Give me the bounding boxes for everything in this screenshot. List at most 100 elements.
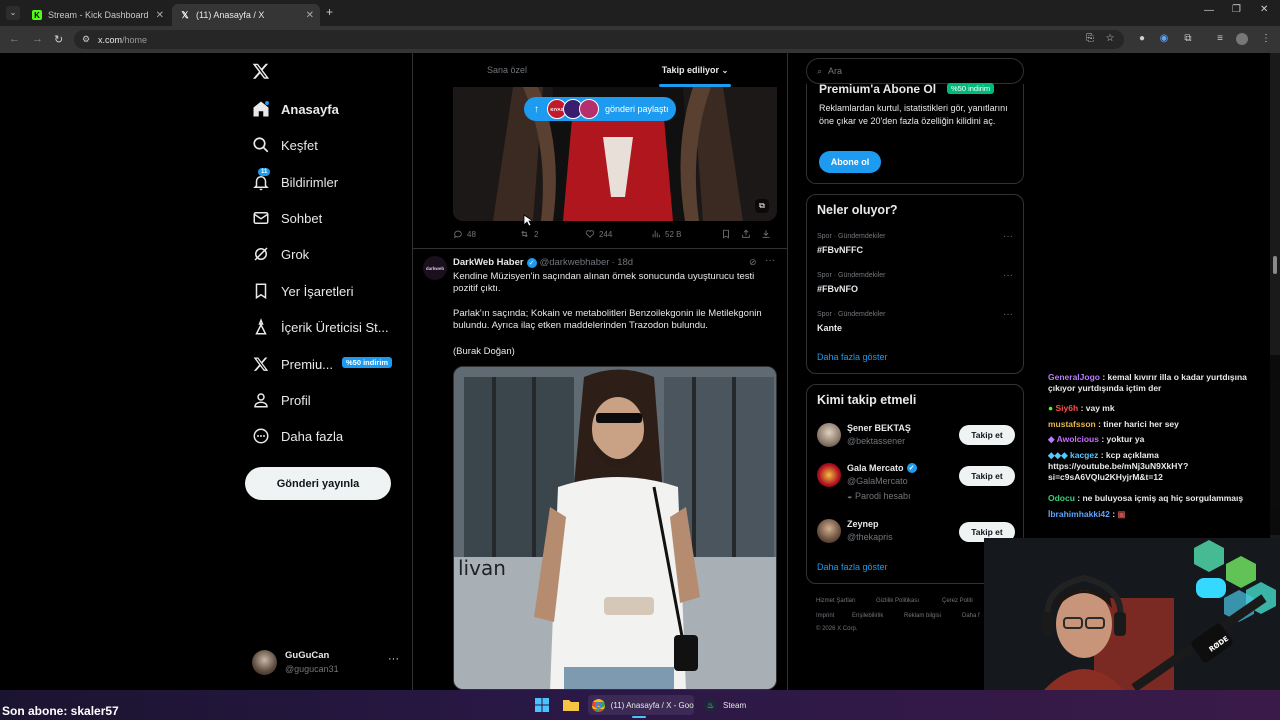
tab-search-button[interactable]: ⌄	[6, 6, 20, 20]
views-button[interactable]: 52 B	[651, 229, 721, 239]
reload-icon[interactable]: ↻	[54, 33, 63, 46]
taskbar-steam[interactable]: ♨ Steam	[702, 695, 758, 715]
tab-following[interactable]: Takip ediliyor ⌄	[601, 53, 787, 87]
reply-button[interactable]: 48	[453, 229, 519, 239]
timeline: Sana özel Takip ediliyor ⌄ ⧉ ↑ KIYAS gön…	[412, 53, 788, 690]
trend-more-icon[interactable]: ···	[1003, 270, 1013, 281]
footer-link[interactable]: Hizmet Şartları	[816, 598, 856, 604]
search-input[interactable]: ⌕ Ara	[806, 58, 1024, 84]
post-author-name[interactable]: DarkWeb Haber	[453, 257, 524, 268]
reposted-by-pill[interactable]: ↑ KIYAS gönderi paylaştı	[524, 97, 676, 121]
avatar-logo-text: darkweb	[425, 265, 445, 271]
sidebar-item-profile[interactable]: Profil	[252, 388, 311, 412]
start-button[interactable]	[534, 697, 550, 713]
sidebar-item-more[interactable]: Daha fazla	[252, 424, 343, 448]
url-input[interactable]: ⚙ x.com/home	[74, 30, 1124, 49]
close-tab-icon[interactable]: ✕	[156, 10, 164, 21]
new-tab-button[interactable]: +	[326, 5, 333, 19]
bookmark-icon	[252, 282, 270, 300]
bookmark-button[interactable]	[721, 229, 741, 239]
sidebar-item-notifications[interactable]: 11 Bildirimler	[252, 168, 338, 194]
trend-category: Spor · Gündemdekiler	[817, 311, 886, 318]
close-tab-icon[interactable]: ✕	[306, 10, 314, 21]
sidebar-item-creator-studio[interactable]: İçerik Üreticisi St...	[252, 315, 389, 339]
suggested-user-avatar[interactable]	[817, 519, 841, 543]
post-button[interactable]: Gönderi yayınla	[245, 467, 391, 500]
follow-button[interactable]: Takip et	[959, 425, 1015, 445]
footer-link[interactable]: Çerez Politi	[942, 598, 973, 604]
trend-more-icon[interactable]: ···	[1003, 231, 1013, 242]
account-switcher[interactable]: GuGuCan @gugucan31 ···	[252, 648, 402, 680]
post-more-icon[interactable]: ···	[765, 255, 775, 266]
maximize-icon[interactable]: ❐	[1232, 4, 1241, 15]
post-author-handle[interactable]: @darkwebhaber	[540, 257, 610, 268]
subscribe-button[interactable]: Abone ol	[819, 151, 881, 173]
profile-avatar-icon[interactable]	[1236, 33, 1248, 45]
taskbar-chrome[interactable]: (11) Anasayfa / X - Goog	[588, 695, 694, 715]
chat-username: Odocu	[1048, 493, 1075, 503]
site-info-icon[interactable]: ⚙	[82, 34, 90, 45]
suggested-user-handle: @GalaMercato	[847, 476, 908, 486]
footer-link[interactable]: Imprint	[816, 613, 834, 619]
menu-kebab-icon[interactable]: ⋮	[1260, 33, 1272, 45]
like-count: 244	[599, 229, 613, 239]
sidebar-item-premium[interactable]: Premiu... %50 indirim	[252, 352, 393, 376]
post-time[interactable]: · 18d	[611, 257, 633, 268]
bookmark-star-icon[interactable]: ☆	[1104, 33, 1116, 45]
more-circle-icon	[252, 427, 270, 445]
footer-link[interactable]: Daha f	[962, 613, 980, 619]
sidebar-item-bookmarks[interactable]: Yer İşaretleri	[252, 279, 354, 303]
sidebar-item-label: Keşfet	[281, 137, 318, 153]
grok-post-icon[interactable]: ⊘	[749, 257, 757, 268]
grok-icon	[252, 245, 270, 263]
suggested-user-name[interactable]: Zeynep	[847, 519, 879, 529]
tab-for-you[interactable]: Sana özel	[413, 53, 601, 87]
follow-button[interactable]: Takip et	[959, 466, 1015, 486]
who-to-follow-show-more[interactable]: Daha fazla göster	[817, 562, 888, 572]
trend-more-icon[interactable]: ···	[1003, 309, 1013, 320]
sidebar-item-explore[interactable]: Keşfet	[252, 133, 318, 157]
post-photo[interactable]: livan	[453, 366, 777, 690]
minimize-icon[interactable]: —	[1204, 5, 1214, 16]
verified-badge-icon: ✓	[906, 463, 917, 473]
extension-icon-2[interactable]: ◉	[1158, 33, 1170, 45]
bookmark-icon	[723, 229, 729, 239]
install-app-icon[interactable]: ⎘	[1084, 33, 1096, 45]
suggested-user-avatar[interactable]	[817, 423, 841, 447]
browser-tab-x[interactable]: 𝕏 (11) Anasayfa / X ✕	[172, 4, 320, 26]
alt-badge-icon[interactable]: ⧉	[755, 199, 769, 213]
suggested-user-name[interactable]: Şener BEKTAŞ	[847, 423, 911, 433]
suggested-user-name[interactable]: Gala Mercato ✓	[847, 463, 917, 473]
like-button[interactable]: 244	[585, 229, 651, 239]
chat-message: ◆◆◆ kacgez : kcp açıklama https://youtub…	[1048, 450, 1270, 483]
suggested-user-avatar[interactable]	[817, 463, 841, 487]
scrollbar-thumb[interactable]	[1273, 256, 1277, 274]
footer-link[interactable]: Erişilebilirlik	[852, 613, 883, 619]
sidebar-item-home[interactable]: Anasayfa	[252, 97, 339, 121]
back-icon[interactable]: ←	[9, 33, 20, 45]
steam-icon: ♨	[704, 698, 717, 712]
reply-icon	[454, 230, 462, 239]
forward-icon[interactable]: →	[32, 33, 43, 45]
post-author-avatar[interactable]: darkweb	[423, 256, 447, 280]
sidebar-item-grok[interactable]: Grok	[252, 242, 309, 266]
trends-show-more[interactable]: Daha fazla göster	[817, 352, 888, 362]
download-button[interactable]	[761, 229, 777, 239]
file-explorer-button[interactable]	[562, 697, 580, 713]
extensions-icon[interactable]: ⧉	[1182, 33, 1194, 45]
footer-link[interactable]: Reklam bilgisi	[904, 613, 941, 619]
x-logo[interactable]	[252, 62, 270, 80]
search-placeholder: Ara	[828, 66, 843, 76]
extension-icon-1[interactable]: ●	[1136, 33, 1148, 45]
close-window-icon[interactable]: ✕	[1260, 4, 1268, 15]
account-more-icon[interactable]: ···	[388, 653, 399, 665]
copyright: © 2026 X Corp.	[816, 626, 858, 632]
media-icon[interactable]: ≡	[1214, 33, 1226, 45]
sidebar-item-messages[interactable]: Sohbet	[252, 206, 322, 230]
share-button[interactable]	[741, 229, 761, 239]
chat-message: ◆ Awolcious : yoktur ya	[1048, 434, 1270, 445]
browser-tab-kick[interactable]: K Stream - Kick Dashboard ✕	[24, 4, 170, 26]
chat-message: Odocu : ne buluyosa içmiş aq hiç sorgula…	[1048, 493, 1270, 504]
footer-link[interactable]: Gizlilik Politikası	[876, 598, 919, 604]
sidebar-item-label: Sohbet	[281, 210, 323, 226]
